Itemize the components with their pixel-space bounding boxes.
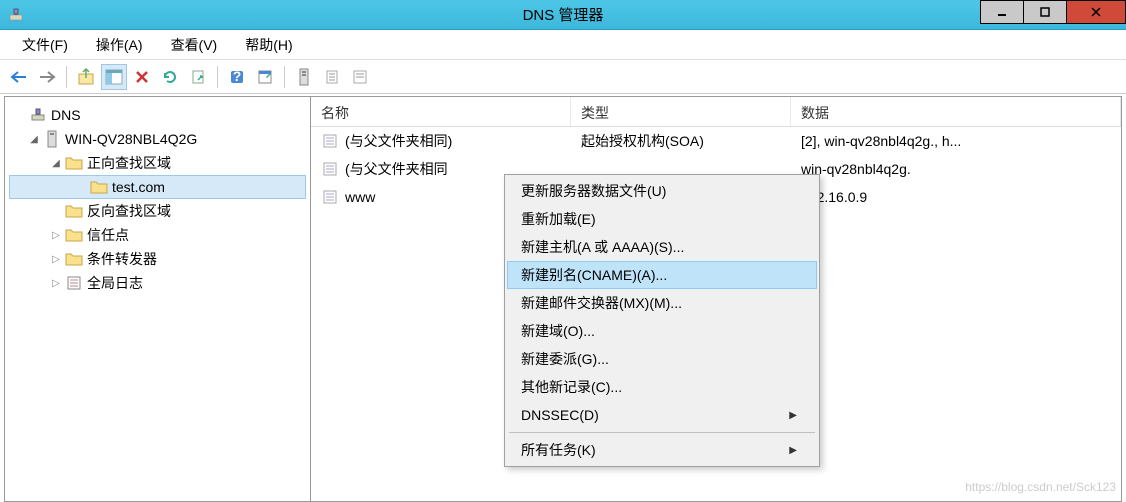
expander-icon (49, 204, 63, 218)
toolbar-separator (217, 66, 218, 88)
cell-data: [2], win-qv28nbl4q2g., h... (801, 133, 961, 149)
tree-global-logs[interactable]: ▷ 全局日志 (9, 271, 306, 295)
cell-type: 起始授权机构(SOA) (581, 131, 704, 151)
folder-icon (90, 178, 108, 196)
expander-icon (13, 108, 27, 122)
tree-label: test.com (112, 179, 165, 195)
cell-name: (与父文件夹相同 (345, 159, 448, 179)
delete-button[interactable] (129, 64, 155, 90)
title-bar: DNS 管理器 (0, 0, 1126, 30)
configure-button[interactable] (347, 64, 373, 90)
column-data[interactable]: 数据 (791, 97, 1121, 126)
refresh-button[interactable] (157, 64, 183, 90)
record-icon (321, 132, 339, 150)
tree-root-dns[interactable]: DNS (9, 103, 306, 127)
log-icon (65, 274, 83, 292)
list-header: 名称 类型 数据 (311, 97, 1121, 127)
tree-server[interactable]: ◢ WIN-QV28NBL4Q2G (9, 127, 306, 151)
toolbar-separator (284, 66, 285, 88)
properties-button[interactable] (252, 64, 278, 90)
export-button[interactable] (185, 64, 211, 90)
submenu-arrow-icon: ▶ (789, 410, 797, 421)
folder-icon (65, 226, 83, 244)
server-icon-button[interactable] (291, 64, 317, 90)
tree-zone-testcom[interactable]: test.com (9, 175, 306, 199)
tree-label: 全局日志 (87, 273, 143, 293)
svg-text:?: ? (233, 69, 242, 84)
tree-label: WIN-QV28NBL4Q2G (65, 131, 197, 147)
forward-button[interactable] (34, 64, 60, 90)
tree-forward-zones[interactable]: ◢ 正向查找区域 (9, 151, 306, 175)
minimize-button[interactable] (980, 0, 1024, 24)
expander-open-icon[interactable]: ◢ (27, 132, 41, 146)
up-button[interactable] (73, 64, 99, 90)
tree-conditional-forwarders[interactable]: ▷ 条件转发器 (9, 247, 306, 271)
folder-icon (65, 202, 83, 220)
submenu-arrow-icon: ▶ (789, 445, 797, 456)
cm-new-alias-cname[interactable]: 新建别名(CNAME)(A)... (507, 261, 817, 289)
cell-name: (与父文件夹相同) (345, 131, 452, 151)
folder-icon (65, 250, 83, 268)
cm-label: 所有任务(K) (521, 440, 596, 460)
toolbar-separator (66, 66, 67, 88)
context-menu-separator (509, 432, 815, 433)
expander-closed-icon[interactable]: ▷ (49, 252, 63, 266)
cm-all-tasks[interactable]: 所有任务(K) ▶ (507, 436, 817, 464)
tree-trust-points[interactable]: ▷ 信任点 (9, 223, 306, 247)
server-icon (43, 130, 61, 148)
tree-label: DNS (51, 107, 81, 123)
tree-label: 信任点 (87, 225, 129, 245)
record-icon (321, 160, 339, 178)
help-button[interactable]: ? (224, 64, 250, 90)
expander-closed-icon[interactable]: ▷ (49, 276, 63, 290)
show-hide-tree-button[interactable] (101, 64, 127, 90)
cm-other-new-records[interactable]: 其他新记录(C)... (507, 373, 817, 401)
cm-dnssec[interactable]: DNSSEC(D) ▶ (507, 401, 817, 429)
column-name[interactable]: 名称 (311, 97, 571, 126)
filter-button[interactable] (319, 64, 345, 90)
cell-name: www (345, 189, 375, 205)
tree-label: 反向查找区域 (87, 201, 171, 221)
menu-file[interactable]: 文件(F) (8, 31, 82, 59)
tree-label: 条件转发器 (87, 249, 157, 269)
back-button[interactable] (6, 64, 32, 90)
expander-open-icon[interactable]: ◢ (49, 156, 63, 170)
toolbar: ? (0, 60, 1126, 94)
app-icon (4, 7, 28, 23)
menu-bar: 文件(F) 操作(A) 查看(V) 帮助(H) (0, 30, 1126, 60)
cm-update-server-data[interactable]: 更新服务器数据文件(U) (507, 177, 817, 205)
list-row[interactable]: (与父文件夹相同) 起始授权机构(SOA) [2], win-qv28nbl4q… (311, 127, 1121, 155)
folder-icon (65, 154, 83, 172)
record-icon (321, 188, 339, 206)
tree-pane[interactable]: DNS ◢ WIN-QV28NBL4Q2G ◢ 正向查找区域 test.com … (5, 97, 311, 501)
tree-label: 正向查找区域 (87, 153, 171, 173)
menu-action[interactable]: 操作(A) (82, 31, 157, 59)
dns-root-icon (29, 106, 47, 124)
column-type[interactable]: 类型 (571, 97, 791, 126)
expander-closed-icon[interactable]: ▷ (49, 228, 63, 242)
close-button[interactable] (1066, 0, 1126, 24)
watermark: https://blog.csdn.net/Sck123 (965, 480, 1116, 494)
window-title: DNS 管理器 (523, 4, 604, 25)
cm-new-delegation[interactable]: 新建委派(G)... (507, 345, 817, 373)
cm-reload[interactable]: 重新加载(E) (507, 205, 817, 233)
cm-new-mx[interactable]: 新建邮件交换器(MX)(M)... (507, 289, 817, 317)
menu-view[interactable]: 查看(V) (157, 31, 232, 59)
expander-icon (74, 180, 88, 194)
menu-help[interactable]: 帮助(H) (231, 31, 306, 59)
cm-new-host[interactable]: 新建主机(A 或 AAAA)(S)... (507, 233, 817, 261)
context-menu: 更新服务器数据文件(U) 重新加载(E) 新建主机(A 或 AAAA)(S)..… (504, 174, 820, 467)
tree-reverse-zones[interactable]: 反向查找区域 (9, 199, 306, 223)
window-controls (981, 0, 1126, 24)
maximize-button[interactable] (1023, 0, 1067, 24)
cm-new-domain[interactable]: 新建域(O)... (507, 317, 817, 345)
cm-label: DNSSEC(D) (521, 407, 599, 423)
